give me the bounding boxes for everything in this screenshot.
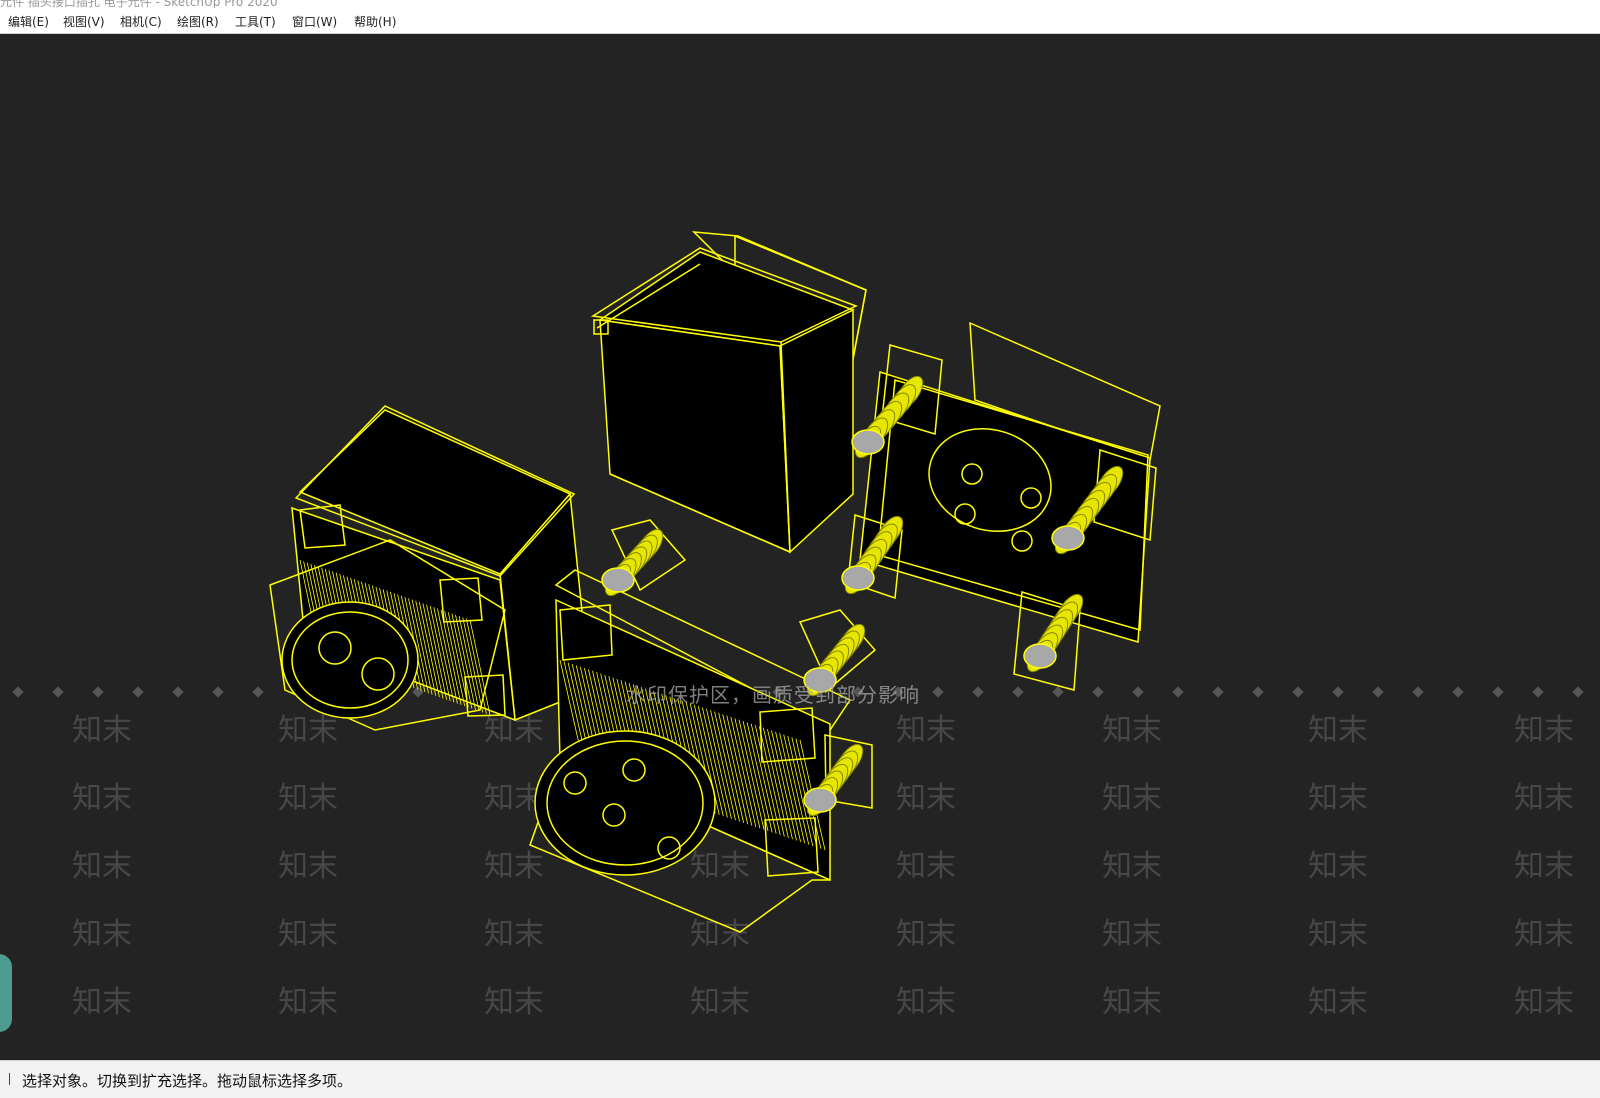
watermark-brand: 知末: [896, 985, 956, 1020]
watermark-diamond: [1052, 686, 1064, 698]
title-bar: 元件 插头接口插孔 电子元件 - SketchUp Pro 2020: [0, 0, 1600, 8]
window-title: 元件 插头接口插孔 电子元件 - SketchUp Pro 2020: [0, 0, 278, 8]
watermark-brand: 知末: [1308, 985, 1368, 1020]
watermark-diamond: [92, 686, 104, 698]
pin-end: [1023, 643, 1057, 669]
status-bar: 选择对象。切换到扩充选择。拖动鼠标选择多项。: [0, 1060, 1600, 1098]
watermark-brand: 知末: [484, 917, 544, 952]
watermark-brand: 知末: [72, 781, 132, 816]
watermark-notice: 水印保护区，画质受到部分影响: [626, 683, 920, 707]
watermark-brand: 知末: [1514, 849, 1574, 884]
model-viewport[interactable]: 知末 知末 知末 知末 知末 知末 知末 知末 知末 知末 知末 知末 知末 知末 知末 知末 知末 知末 知末 知末…: [0, 34, 1600, 1060]
connector-right[interactable]: [840, 321, 1161, 691]
pin-end: [601, 567, 635, 593]
watermark-diamond: [52, 686, 64, 698]
watermark-brand: 知末: [1102, 781, 1162, 816]
watermark-brand: 知末: [690, 917, 750, 952]
watermark-brand: 知末: [1514, 713, 1574, 748]
watermark-diamond: [1132, 686, 1144, 698]
watermark-diamond: [1572, 686, 1584, 698]
pin-end: [803, 787, 837, 813]
watermark-brand: 知末: [896, 849, 956, 884]
watermark-diamond: [1532, 686, 1544, 698]
watermark-brand: 知末: [484, 849, 544, 884]
watermark-brand: 知末: [72, 713, 132, 748]
status-text: 选择对象。切换到扩充选择。拖动鼠标选择多项。: [22, 1072, 353, 1090]
watermark-brand: 知末: [1102, 713, 1162, 748]
watermark-brand: 知末: [484, 985, 544, 1020]
watermark-brand: 知末: [278, 985, 338, 1020]
watermark-diamond: [212, 686, 224, 698]
watermark-diamond: [1012, 686, 1024, 698]
watermark-brand: 知末: [1308, 713, 1368, 748]
connector-top[interactable]: [590, 231, 867, 554]
watermark-diamond: [1412, 686, 1424, 698]
side-widget-button[interactable]: [0, 954, 12, 1032]
pin-end: [1051, 525, 1085, 551]
watermark-brand: 知末: [278, 713, 338, 748]
watermark-diamond: [1172, 686, 1184, 698]
watermark-brand: 知末: [1102, 849, 1162, 884]
watermark-diamond: [1212, 686, 1224, 698]
watermark-brand: 知末: [1514, 985, 1574, 1020]
watermark-brand: 知末: [690, 985, 750, 1020]
watermark-brand: 知末: [1308, 781, 1368, 816]
menu-camera[interactable]: 相机(C): [120, 13, 162, 30]
watermark-diamond: [132, 686, 144, 698]
menu-window[interactable]: 窗口(W): [292, 13, 337, 30]
watermark-brand: 知末: [1308, 917, 1368, 952]
watermark-brand: 知末: [896, 781, 956, 816]
watermark-diamond: [1252, 686, 1264, 698]
watermark-brand: 知末: [1102, 917, 1162, 952]
watermark-brand: 知末: [72, 917, 132, 952]
watermark-brand: 知末: [72, 985, 132, 1020]
watermark-diamond: [252, 686, 264, 698]
pin-end: [841, 565, 875, 591]
watermark-brand: 知末: [896, 713, 956, 748]
watermark-brand: 知末: [1514, 781, 1574, 816]
watermark-brand: 知末: [1102, 985, 1162, 1020]
watermark-brand: 知末: [278, 849, 338, 884]
watermark-brand: 知末: [1514, 917, 1574, 952]
watermark-diamond: [1492, 686, 1504, 698]
watermark-diamond: [12, 686, 24, 698]
pin-end: [851, 429, 885, 455]
watermark-diamond: [1372, 686, 1384, 698]
status-divider: [9, 1073, 10, 1085]
watermark-brand: 知末: [1308, 849, 1368, 884]
menu-bar: 编辑(E) 视图(V) 相机(C) 绘图(R) 工具(T) 窗口(W) 帮助(H…: [0, 8, 1600, 34]
watermark-brand: 知末: [690, 849, 750, 884]
watermark-brand: 知末: [896, 917, 956, 952]
menu-draw[interactable]: 绘图(R): [177, 13, 219, 30]
watermark-diamond: [1092, 686, 1104, 698]
watermark-diamond: [1332, 686, 1344, 698]
menu-tools[interactable]: 工具(T): [235, 13, 276, 30]
menu-view[interactable]: 视图(V): [63, 13, 105, 30]
watermark-brand: 知末: [72, 849, 132, 884]
watermark-diamond: [972, 686, 984, 698]
watermark-diamond: [1292, 686, 1304, 698]
model-canvas[interactable]: 知末 知末 知末 知末 知末 知末 知末知末 知末 知末 知末 知末 知末 知末知末 知末 知末 知末 知末 知末…: [0, 34, 1600, 1060]
watermark-diamond: [1452, 686, 1464, 698]
watermark-brand: 知末: [278, 781, 338, 816]
menu-edit[interactable]: 编辑(E): [8, 13, 49, 30]
watermark-brand: 知末: [278, 917, 338, 952]
connector-left[interactable]: [269, 405, 591, 731]
menu-help[interactable]: 帮助(H): [354, 13, 396, 30]
watermark-diamond: [932, 686, 944, 698]
watermark-diamond: [172, 686, 184, 698]
